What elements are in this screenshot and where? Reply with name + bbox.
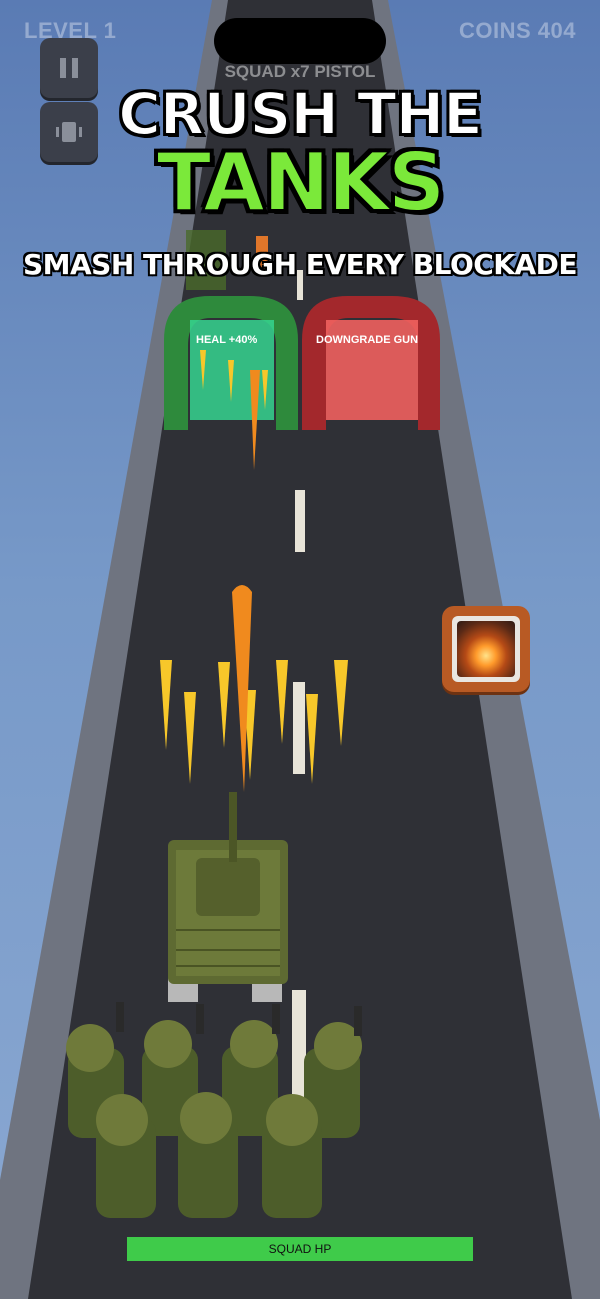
device-notch (214, 18, 386, 64)
squad-hp-label: SQUAD HP (268, 1242, 332, 1256)
lane-mark (292, 990, 306, 1100)
gate-downgrade (302, 296, 440, 430)
gate-heal-label: HEAL +40% (196, 334, 258, 346)
squad-hp-bar: SQUAD HP (127, 1237, 473, 1261)
coins-counter: COINS 404 (459, 18, 576, 43)
powerup-frame (452, 616, 520, 682)
lane-mark (295, 490, 305, 552)
headline-line-2: TANKS (156, 135, 447, 230)
explosion-powerup[interactable] (442, 606, 530, 692)
tagline: SMASH THROUGH EVERY BLOCKADE (22, 248, 578, 281)
gate-downgrade-label: DOWNGRADE GUN (316, 334, 419, 346)
lane-mark (293, 682, 305, 774)
squad-weapon-info: SQUAD x7 PISTOL (224, 62, 376, 81)
explosion-powerup-icon (457, 621, 515, 677)
